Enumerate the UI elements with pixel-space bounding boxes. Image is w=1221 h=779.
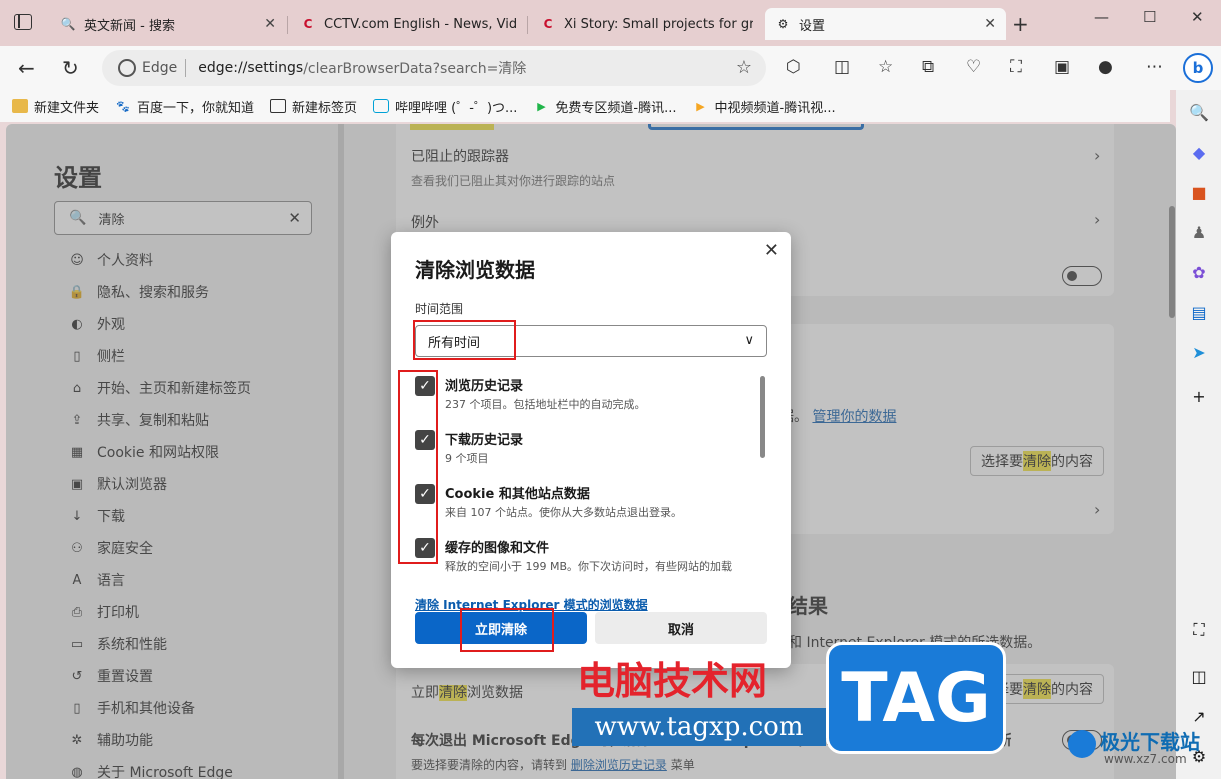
tab-title: Xi Story: Small projects for greate [564, 16, 753, 32]
item-subtitle: 237 个项目。包括地址栏中的自动完成。 [445, 398, 646, 411]
screenshot-icon[interactable]: ⛶ [1010, 57, 1022, 77]
add-sidebar-app-icon[interactable]: + [1189, 386, 1209, 406]
tools-icon[interactable]: ■ [1189, 182, 1209, 202]
cancel-button[interactable]: 取消 [595, 612, 767, 644]
split-screen-icon[interactable]: ◫ [834, 57, 850, 77]
favorite-item[interactable]: 哔哩哔哩 (゜-゜)つ... [373, 97, 517, 116]
favorite-label: 百度一下，你就知道 [137, 100, 255, 116]
new-tab-button[interactable]: + [1012, 12, 1029, 36]
favorite-label: 哔哩哔哩 (゜-゜)つ... [395, 100, 518, 116]
search-icon: 🔍 [60, 17, 76, 31]
item-subtitle: 来自 107 个站点。使你从大多数站点退出登录。 [445, 506, 682, 519]
collections-icon[interactable]: ⧉ [922, 57, 934, 77]
tab-2[interactable]: C CCTV.com English - News, Video [290, 8, 526, 40]
tab-title: CCTV.com English - News, Video [324, 16, 516, 32]
tab-title: 设置 [799, 18, 826, 34]
tab-settings[interactable]: ⚙ 设置 ✕ [765, 8, 1006, 40]
profile-avatar[interactable]: ● [1098, 57, 1113, 77]
favorite-item[interactable]: 🐾 百度一下，你就知道 [115, 97, 254, 116]
item-title: 缓存的图像和文件 [445, 541, 550, 556]
more-menu-icon[interactable]: ⋯ [1146, 57, 1163, 77]
favorites-bar: 新建文件夹 🐾 百度一下，你就知道 新建标签页 哔哩哔哩 (゜-゜)つ... ▶… [0, 90, 1170, 122]
data-type-list: ✓ 浏览历史记录 237 个项目。包括地址栏中的自动完成。 ✓ 下载历史记录 9… [415, 372, 767, 572]
favorite-item[interactable]: ▶ 免费专区频道-腾讯... [533, 97, 676, 116]
telegram-icon[interactable]: ➤ [1189, 342, 1209, 362]
favorite-item[interactable]: 新建标签页 [270, 97, 357, 116]
annotation-clear-button [460, 608, 554, 652]
site-url: www.xz7.com [1104, 752, 1187, 766]
tab-close-icon[interactable]: ✕ [264, 16, 276, 32]
hide-sidebar-icon[interactable]: ◫ [1189, 666, 1209, 686]
favorite-label: 新建标签页 [292, 100, 358, 116]
toolbar: ← ↻ Edge edge://settings /clearBrowserDa… [0, 46, 1221, 90]
microsoft365-icon[interactable]: ✿ [1189, 262, 1209, 282]
bilibili-icon [373, 99, 390, 113]
tab-separator [287, 16, 288, 34]
watermark-url: www.tagxp.com [572, 708, 826, 746]
watermark-text: 电脑技术网 [577, 658, 768, 703]
item-title: Cookie 和其他站点数据 [445, 487, 590, 502]
tab-actions-icon[interactable] [14, 14, 32, 30]
favorite-label: 免费专区频道-腾讯... [555, 100, 677, 116]
browser-essentials-icon[interactable]: ♡ [966, 57, 981, 77]
address-brand: Edge [142, 60, 178, 76]
minimize-button[interactable]: — [1094, 8, 1109, 26]
screenshot-icon[interactable]: ⛶ [1189, 620, 1209, 640]
video-icon: ▶ [696, 99, 705, 113]
address-divider [185, 59, 187, 77]
shopping-icon[interactable]: ◆ [1189, 142, 1209, 162]
tab-1[interactable]: 🔍 英文新闻 - 搜索 ✕ [50, 8, 286, 40]
site-name: 极光下载站 [1100, 730, 1200, 754]
search-icon[interactable]: 🔍 [1189, 102, 1209, 122]
tab-separator [527, 16, 528, 34]
close-icon[interactable]: ✕ [764, 240, 779, 261]
newtab-icon [270, 99, 287, 113]
edge-sidebar: 🔍 ◆ ■ ♟ ✿ ▤ ➤ + ⛶ ◫ ↗ ⚙ [1176, 90, 1221, 779]
favorite-item[interactable]: 新建文件夹 [12, 97, 99, 116]
outlook-icon[interactable]: ▤ [1189, 302, 1209, 322]
address-bar[interactable]: Edge edge://settings /clearBrowserData?s… [102, 50, 766, 86]
maximize-button[interactable]: ☐ [1143, 8, 1156, 26]
folder-icon [12, 99, 28, 113]
bing-copilot-icon[interactable]: b [1183, 53, 1213, 83]
dialog-scrollbar[interactable] [760, 376, 765, 458]
aurora-logo-icon [1068, 730, 1096, 758]
dialog-title: 清除浏览数据 [415, 258, 535, 282]
close-window-button[interactable]: ✕ [1191, 8, 1204, 26]
chevron-down-icon: ∨ [744, 333, 754, 348]
tab-title: 英文新闻 - 搜索 [84, 18, 175, 34]
gear-icon: ⚙ [777, 17, 789, 31]
back-icon[interactable]: ← [18, 56, 35, 80]
refresh-icon[interactable]: ↻ [62, 56, 79, 80]
tab-3[interactable]: C Xi Story: Small projects for greate [530, 8, 763, 40]
tab-close-icon[interactable]: ✕ [984, 16, 996, 32]
item-subtitle: 9 个项目 [445, 452, 489, 465]
video-icon: ▶ [537, 99, 546, 113]
cctv-icon: C [543, 17, 553, 31]
games-icon[interactable]: ♟ [1189, 222, 1209, 242]
favorites-icon[interactable]: ☆ [878, 57, 893, 77]
time-range-label: 时间范围 [415, 302, 464, 316]
favorite-label: 中视频频道-腾讯视... [714, 100, 836, 116]
favorite-item[interactable]: ▶ 中视频频道-腾讯视... [693, 97, 836, 116]
extensions-icon[interactable]: ⬡ [786, 57, 801, 77]
edge-logo-icon [118, 59, 136, 77]
url-host: edge://settings [198, 60, 304, 76]
watermark-site: 极光下载站 www.xz7.com [1064, 722, 1214, 772]
item-title: 浏览历史记录 [445, 379, 524, 394]
favorite-label: 新建文件夹 [34, 100, 100, 116]
url-path: /clearBrowserData?search=清除 [303, 61, 527, 77]
annotation-checkboxes [398, 370, 438, 564]
sidebar-toggle-icon[interactable]: ▣ [1054, 57, 1070, 77]
favorite-star-icon[interactable]: ☆ [736, 57, 752, 78]
annotation-time-range [413, 320, 516, 360]
clear-browsing-data-dialog: ✕ 清除浏览数据 时间范围 所有时间 ∨ ✓ 浏览历史记录 237 个项目。包括… [391, 232, 791, 668]
baidu-icon: 🐾 [116, 99, 130, 113]
item-subtitle: 释放的空间小于 199 MB。你下次访问时，有些网站的加载 [445, 560, 733, 572]
item-title: 下载历史记录 [445, 433, 524, 448]
watermark-tag-logo: TAG [826, 642, 1006, 754]
cctv-icon: C [303, 17, 313, 31]
tab-strip: 🔍 英文新闻 - 搜索 ✕ C CCTV.com English - News,… [0, 0, 1221, 46]
